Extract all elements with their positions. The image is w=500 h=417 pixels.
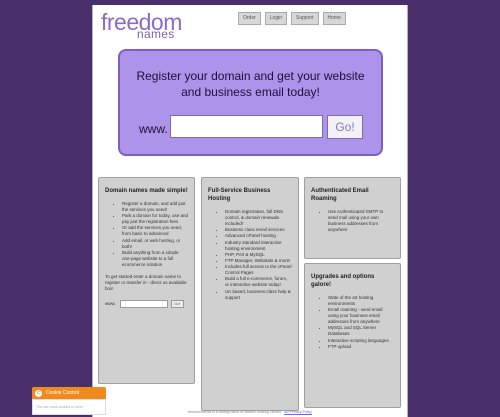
mini-www-label: www. [105,301,116,307]
top-navigation: Order Login Support Home [238,12,346,25]
cookie-control-title: Cookie Control [46,390,80,396]
domain-search-input[interactable] [170,115,323,138]
privacy-policy-link[interactable]: our Privacy Policy [284,410,312,414]
cookie-control-body: This site uses cookies to store [32,399,106,415]
email-roaming-panel: Authenticated Email Roaming Use Authenti… [304,177,401,259]
list-item: FTP Manager, Webstats & more! [225,258,292,264]
page-container: freedom names Order Login Support Home R… [92,5,408,417]
hero-headline: Register your domain and get your websit… [120,68,381,100]
mini-domain-input[interactable] [119,299,168,308]
nav-home-button[interactable]: Home [322,12,346,25]
logo-word-names: names [137,27,175,41]
list-item: PHP, Perl & MySQL [225,252,292,258]
freedom-names-logo[interactable]: freedom names [101,11,182,42]
list-item: Register a domain, and add just the serv… [122,201,188,213]
cookie-control-widget: c Cookie Control This site uses cookies … [32,387,106,417]
mini-go-button[interactable]: Go! [170,299,184,308]
list-item: Interactive scripting languages [328,338,394,344]
footer-copyright: freedomnames is a trading name of Webtec… [188,410,284,414]
domain-names-note: To get started enter a domain name to re… [105,273,187,291]
nav-support-button[interactable]: Support [291,12,319,25]
upgrades-list: State of the art hosting environments Em… [311,295,394,350]
email-roaming-title: Authenticated Email Roaming [311,188,369,202]
list-item: MySQL and SQL Server Databases [328,325,394,337]
list-item: Add email, or web hosting, or both! [122,238,188,250]
list-item: Domain registration, full DNS control, &… [225,209,292,227]
list-item: FTP upload [328,344,394,350]
list-item: Or add the services you need, from basic… [122,225,188,237]
nav-order-button[interactable]: Order [238,12,261,25]
footer-text: freedomnames is a trading name of Webtec… [93,410,407,414]
upgrades-panel: Upgrades and options galore! State of th… [304,263,401,408]
list-item: Park a domain for today, use and pay jus… [122,213,188,225]
list-item: Business class email services [225,227,292,233]
domain-search-hero: Register your domain and get your websit… [118,49,383,156]
list-item: Build a full e-commerce, forum, or inter… [225,276,292,288]
business-hosting-list: Domain registration, full DNS control, &… [208,209,292,301]
upgrades-title: Upgrades and options galore! [311,274,375,288]
go-button[interactable]: Go! [327,115,363,139]
email-roaming-list: Use Authenticated SMTP to send mail usin… [311,209,394,233]
list-item: UK based, business-class help & support [225,289,292,301]
list-item: Use Authenticated SMTP to send mail usin… [328,209,394,233]
cookie-icon: c [35,389,42,397]
hero-headline-line2: and business email today! [181,85,320,99]
list-item: Includes full access to the cPanel Contr… [225,264,292,276]
hero-headline-line1: Register your domain and get your websit… [136,69,365,83]
nav-login-button[interactable]: Login [264,12,288,25]
domain-names-panel: Domain names made simple! Register a dom… [98,177,195,384]
list-item: Industry standard interactive hosting en… [225,240,292,252]
mini-domain-search: www. Go! [105,299,188,308]
business-hosting-title: Full-Service Business Hosting [208,188,271,202]
domain-names-list: Register a domain, and add just the serv… [105,201,188,268]
domain-names-title: Domain names made simple! [105,188,188,194]
list-item: State of the art hosting environments [328,295,394,307]
list-item: Build anything from a simple one-page we… [122,250,188,268]
business-hosting-panel: Full-Service Business Hosting Domain reg… [201,177,299,411]
list-item: Email roaming - send email using your bu… [328,307,394,325]
www-prefix-label: www. [139,122,168,136]
cookie-control-header[interactable]: c Cookie Control [32,387,106,399]
list-item: Advanced cPanel hosting [225,233,292,239]
